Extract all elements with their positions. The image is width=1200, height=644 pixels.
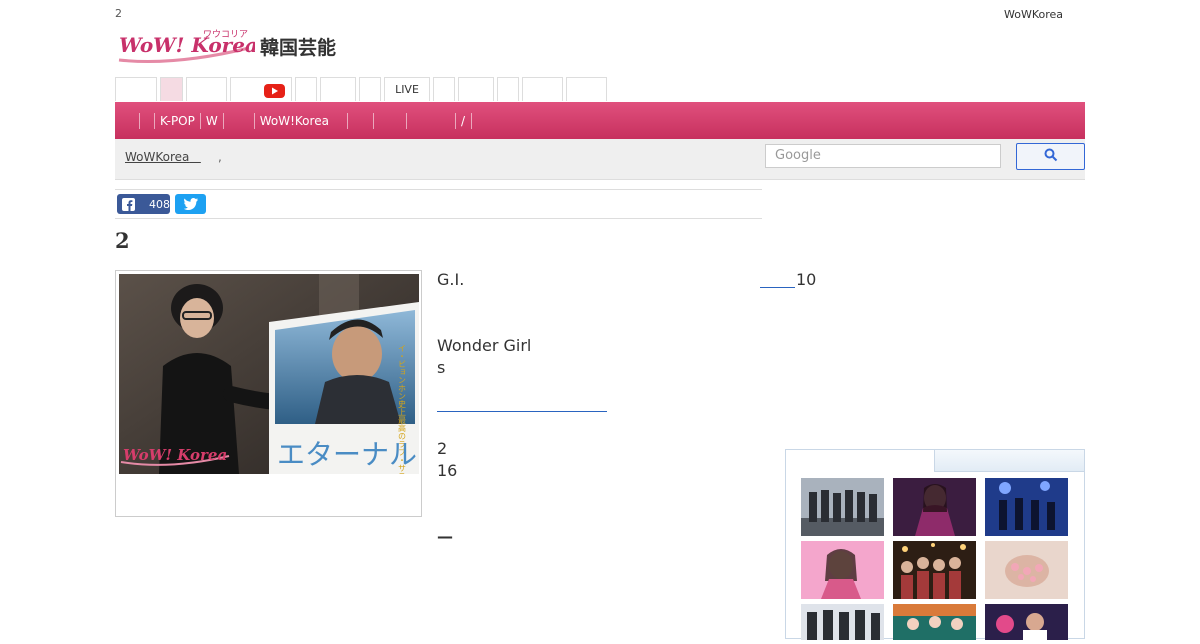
photo-watermark: WoW! Korea	[123, 446, 227, 464]
category-tab[interactable]	[186, 77, 227, 101]
category-tabs: LIVE	[115, 77, 610, 102]
article-photo[interactable]: イ・ビョンホン史上最高のラブ・サスペンス エターナル WoW! Korea	[115, 270, 422, 517]
category-tab-live[interactable]: LIVE	[384, 77, 430, 101]
nav-item[interactable]	[374, 112, 407, 129]
nav-item-w[interactable]: W	[201, 112, 224, 129]
article-paragraph: —	[437, 527, 453, 546]
category-tab[interactable]	[359, 77, 381, 101]
poster-title: エターナル	[277, 438, 417, 471]
facebook-icon	[122, 197, 135, 211]
logo-kana: ワウコリア	[203, 29, 248, 40]
divider	[115, 189, 762, 190]
nav-item-kpop[interactable]: K-POP	[155, 112, 201, 129]
nav-item[interactable]	[115, 112, 140, 129]
category-tab[interactable]	[295, 77, 317, 101]
gallery-thumb[interactable]	[985, 604, 1068, 640]
article-paragraph: 2	[437, 439, 448, 458]
article-title: 2	[115, 228, 130, 253]
top-right-link[interactable]: WoWKorea	[1004, 8, 1063, 21]
gallery-thumb[interactable]	[985, 478, 1068, 536]
article-paragraph: G.I.	[437, 270, 465, 289]
category-tab[interactable]	[522, 77, 563, 101]
main-nav: K-POP W WoW!Korea /	[115, 102, 1085, 139]
search-input[interactable]: Google	[765, 144, 1001, 168]
category-tab[interactable]	[433, 77, 455, 101]
nav-item[interactable]	[348, 112, 374, 129]
twitter-share-button[interactable]	[175, 194, 206, 214]
article-paragraph: Wonder Girl	[437, 336, 532, 355]
gallery-thumb[interactable]	[801, 604, 884, 640]
gallery-thumb[interactable]	[801, 541, 884, 599]
category-tab[interactable]	[497, 77, 519, 101]
gallery-tab-active[interactable]	[786, 450, 935, 472]
gallery-thumb[interactable]	[893, 541, 976, 599]
nav-item[interactable]	[407, 112, 456, 129]
nav-item-slash[interactable]: /	[456, 112, 472, 129]
nav-item[interactable]	[140, 112, 155, 129]
search-icon	[1044, 147, 1058, 166]
gallery-thumb[interactable]	[893, 604, 976, 640]
site-logo[interactable]: WoW! Korea ワウコリア	[115, 26, 258, 66]
article-paragraph: s	[437, 358, 446, 377]
category-tab[interactable]	[115, 77, 157, 101]
divider	[115, 218, 762, 219]
category-tab[interactable]	[458, 77, 494, 101]
category-tab[interactable]	[566, 77, 607, 101]
top-left-text: 2	[115, 7, 122, 20]
category-tab[interactable]	[320, 77, 356, 101]
nav-item-wowkorea[interactable]: WoW!Korea	[255, 112, 348, 129]
category-tab-youtube[interactable]	[230, 77, 292, 101]
facebook-share-button[interactable]: 408	[117, 194, 170, 214]
breadcrumb-separator: ,	[218, 150, 222, 164]
category-tab-active[interactable]	[160, 77, 183, 101]
gallery-thumb[interactable]	[801, 478, 884, 536]
photo-gallery-widget	[785, 449, 1085, 640]
gallery-thumb[interactable]	[985, 541, 1068, 599]
breadcrumb-home[interactable]: WoWKorea	[125, 150, 201, 164]
article-paragraph-tail: 10	[796, 270, 817, 289]
gallery-tab[interactable]	[935, 450, 1084, 472]
inline-link[interactable]	[760, 287, 795, 288]
nav-item[interactable]	[224, 112, 255, 129]
site-subtitle: 韓国芸能	[260, 37, 337, 59]
breadcrumb-bar: WoWKorea , Google	[115, 139, 1085, 180]
search-button[interactable]	[1016, 143, 1085, 170]
facebook-share-count: 408	[149, 197, 170, 211]
inline-link[interactable]	[437, 411, 607, 412]
gallery-thumb[interactable]	[893, 478, 976, 536]
article-paragraph: 16	[437, 461, 458, 480]
twitter-icon	[183, 198, 198, 210]
